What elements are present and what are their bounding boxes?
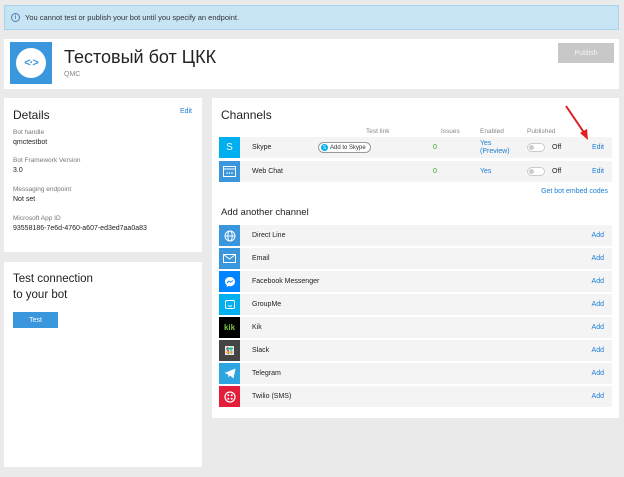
- available-channel-row: Slack Add: [219, 340, 612, 361]
- embed-codes-link[interactable]: Get bot embed codes: [541, 188, 608, 195]
- col-published: Published: [527, 128, 556, 135]
- add-slack-link[interactable]: Add: [592, 347, 604, 354]
- col-test-link: Test link: [366, 128, 390, 135]
- channel-name: Slack: [252, 347, 270, 354]
- enabled-preview: (Preview): [480, 147, 510, 155]
- published-toggle[interactable]: [527, 143, 545, 152]
- add-to-skype-label: Add to Skype: [330, 144, 366, 151]
- available-channel-row: Facebook Messenger Add: [219, 271, 612, 292]
- test-connection-title: Test connection to your bot: [13, 271, 133, 303]
- enabled-yes: Yes: [480, 139, 492, 147]
- app-id-label: Microsoft App ID: [13, 215, 61, 222]
- published-status: Off: [552, 168, 562, 175]
- enabled-status[interactable]: Yes: [480, 168, 491, 176]
- test-title-line1: Test connection: [13, 273, 93, 285]
- bot-logo: <·>: [10, 42, 52, 84]
- slack-icon: [219, 340, 240, 361]
- details-panel: Details Edit Bot handle qmctestbot Bot F…: [4, 98, 202, 252]
- published-toggle[interactable]: [527, 167, 545, 176]
- twilio-icon: [219, 386, 240, 407]
- available-channel-row: Direct Line Add: [219, 225, 612, 246]
- skype-small-icon: S: [321, 144, 328, 151]
- add-direct-line-link[interactable]: Add: [592, 232, 604, 239]
- details-edit-link[interactable]: Edit: [180, 108, 192, 115]
- enabled-status[interactable]: Yes (Preview): [480, 140, 510, 156]
- add-facebook-link[interactable]: Add: [592, 278, 604, 285]
- channels-panel: Channels Test link Issues Enabled Publis…: [212, 98, 619, 418]
- add-twilio-link[interactable]: Add: [592, 393, 604, 400]
- warning-banner: i You cannot test or publish your bot un…: [4, 5, 619, 30]
- kik-icon: kik: [219, 317, 240, 338]
- channel-name: Direct Line: [252, 232, 286, 239]
- info-icon: i: [11, 13, 20, 22]
- framework-version-value: 3.0: [13, 167, 23, 174]
- channel-name: Twilio (SMS): [252, 393, 292, 400]
- edit-skype-link[interactable]: Edit: [592, 144, 604, 151]
- col-enabled: Enabled: [480, 128, 504, 135]
- channel-name: Telegram: [252, 370, 281, 377]
- webchat-icon: [219, 161, 240, 182]
- publish-button[interactable]: Publish: [558, 43, 614, 63]
- email-icon: [219, 248, 240, 269]
- bot-subtitle: QMC: [64, 71, 81, 78]
- channel-row-skype: S Skype S Add to Skype 0 Yes (Preview) O…: [219, 137, 612, 158]
- issues-count: 0: [433, 168, 437, 175]
- messaging-endpoint-label: Messaging endpoint: [13, 186, 72, 193]
- channel-name: Web Chat: [252, 168, 283, 175]
- groupme-icon: [219, 294, 240, 315]
- bot-handle-label: Bot handle: [13, 129, 45, 136]
- bot-code-icon: <·>: [16, 48, 46, 78]
- issues-count: 0: [433, 144, 437, 151]
- add-channel-title: Add another channel: [221, 207, 309, 218]
- channel-name: Email: [252, 255, 270, 262]
- col-issues: Issues: [441, 128, 460, 135]
- add-telegram-link[interactable]: Add: [592, 370, 604, 377]
- channel-row-webchat: Web Chat 0 Yes Off Edit: [219, 161, 612, 182]
- test-title-line2: to your bot: [13, 289, 68, 301]
- globe-icon: [219, 225, 240, 246]
- add-groupme-link[interactable]: Add: [592, 301, 604, 308]
- app-id-value: 93558186-7e6d-4760-a607-ed3ed7aa0a83: [13, 225, 147, 232]
- telegram-icon: [219, 363, 240, 384]
- skype-icon: S: [219, 137, 240, 158]
- test-button[interactable]: Test: [13, 312, 58, 328]
- available-channel-row: Telegram Add: [219, 363, 612, 384]
- test-connection-panel: Test connection to your bot Test: [4, 262, 202, 467]
- channel-name: GroupMe: [252, 301, 282, 308]
- edit-webchat-link[interactable]: Edit: [592, 168, 604, 175]
- channel-name: Kik: [252, 324, 262, 331]
- available-channel-row: Email Add: [219, 248, 612, 269]
- banner-text: You cannot test or publish your bot unti…: [25, 13, 240, 22]
- bot-header: <·> Тестовый бот ЦКК QMC Publish: [4, 39, 619, 89]
- available-channel-row: GroupMe Add: [219, 294, 612, 315]
- page-title: Тестовый бот ЦКК: [64, 47, 217, 67]
- channel-name: Facebook Messenger: [252, 278, 320, 285]
- add-email-link[interactable]: Add: [592, 255, 604, 262]
- add-kik-link[interactable]: Add: [592, 324, 604, 331]
- details-title: Details: [13, 108, 50, 122]
- framework-version-label: Bot Framework Version: [13, 157, 81, 164]
- add-to-skype-button[interactable]: S Add to Skype: [318, 142, 371, 153]
- channels-title: Channels: [221, 108, 272, 122]
- available-channel-row: Twilio (SMS) Add: [219, 386, 612, 407]
- available-channel-row: kik Kik Add: [219, 317, 612, 338]
- published-status: Off: [552, 144, 562, 151]
- channel-name: Skype: [252, 144, 272, 151]
- messenger-icon: [219, 271, 240, 292]
- bot-handle-value: qmctestbot: [13, 139, 48, 146]
- messaging-endpoint-value: Not set: [13, 196, 36, 203]
- annotation-arrow-icon: [565, 105, 588, 140]
